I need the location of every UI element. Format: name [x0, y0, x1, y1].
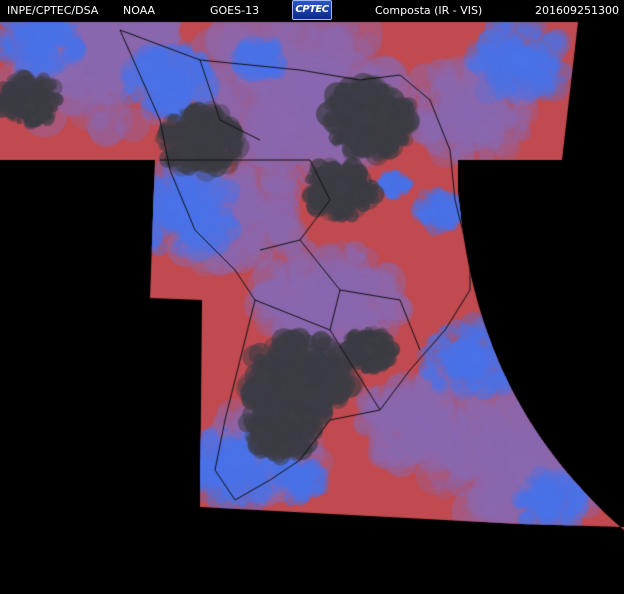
cptec-logo: CPTEC	[292, 0, 332, 20]
satellite-label: GOES-13	[210, 4, 260, 17]
satellite-image	[0, 0, 624, 594]
product-label: Composta (IR - VIS)	[375, 4, 483, 17]
agency-label: INPE/CPTEC/DSA	[7, 4, 99, 17]
timestamp-label: 201609251300	[535, 4, 619, 17]
logo-text: CPTEC	[295, 4, 329, 15]
noaa-label: NOAA	[123, 4, 156, 17]
